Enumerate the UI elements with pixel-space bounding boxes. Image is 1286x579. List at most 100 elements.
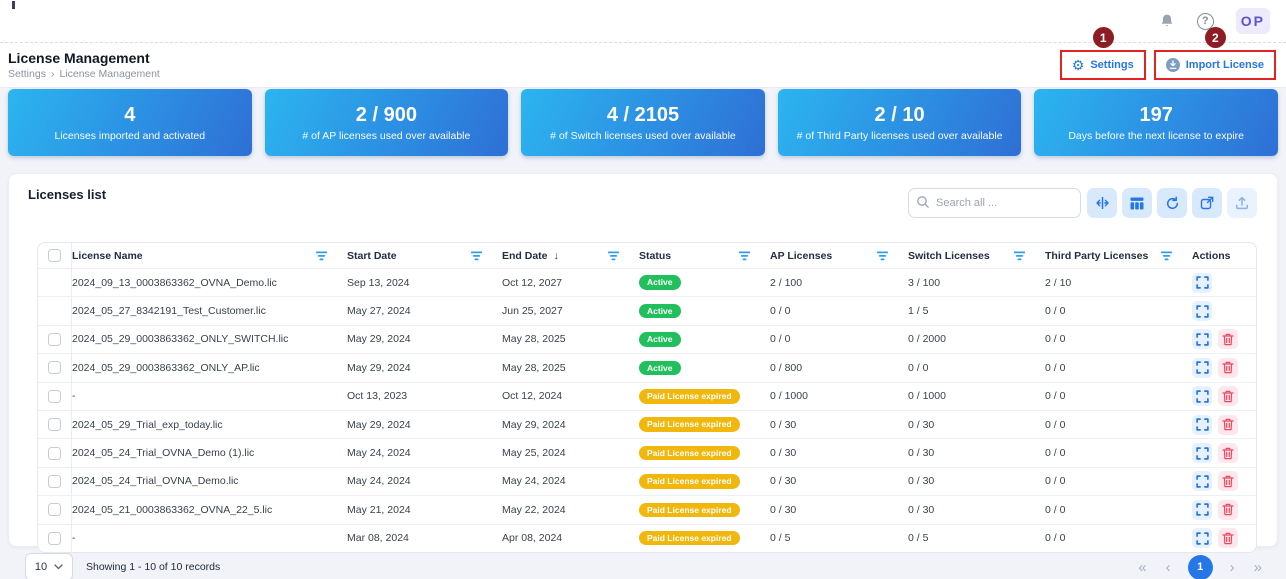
prev-page-button[interactable]: ‹ (1164, 560, 1173, 575)
column-header-actions[interactable]: Actions (1192, 243, 1256, 268)
expand-row-button[interactable] (1192, 301, 1212, 321)
stat-label: # of Switch licenses used over available (550, 130, 736, 142)
expand-row-button[interactable] (1192, 329, 1212, 349)
import-license-button[interactable]: Import License (1158, 54, 1272, 76)
step-2-badge: 2 (1205, 27, 1226, 48)
cell-status: Paid License expired (639, 446, 770, 461)
cell-status: Paid License expired (639, 389, 770, 404)
column-header-license-name[interactable]: License Name (72, 243, 347, 268)
cell-switch-licenses: 0 / 2000 (908, 333, 1045, 345)
settings-button[interactable]: ⚙ Settings (1064, 54, 1142, 76)
gear-icon: ⚙ (1072, 58, 1085, 72)
expand-row-button[interactable] (1192, 443, 1212, 463)
column-label: Third Party Licenses (1045, 250, 1148, 262)
row-checkbox[interactable] (48, 447, 61, 460)
delete-row-button[interactable] (1218, 443, 1238, 463)
delete-row-button[interactable] (1218, 471, 1238, 491)
user-avatar[interactable]: OP (1236, 8, 1270, 34)
settings-highlight-box: 1 ⚙ Settings (1060, 50, 1146, 80)
delete-row-button[interactable] (1218, 329, 1238, 349)
table-row[interactable]: - Mar 08, 2024 Apr 08, 2024 Paid License… (38, 524, 1256, 552)
resize-columns-button[interactable] (1087, 188, 1117, 218)
cell-status: Paid License expired (639, 503, 770, 518)
status-badge: Paid License expired (639, 531, 740, 546)
delete-row-button[interactable] (1218, 528, 1238, 548)
notifications-bell-icon[interactable] (1159, 13, 1175, 29)
cell-end-date: May 22, 2024 (502, 504, 639, 516)
column-header-third-party-licenses[interactable]: Third Party Licenses (1045, 243, 1192, 268)
column-header-status[interactable]: Status (639, 243, 770, 268)
expand-row-button[interactable] (1192, 273, 1212, 293)
table-row[interactable]: 2024_05_24_Trial_OVNA_Demo (1).lic May 2… (38, 438, 1256, 466)
filter-icon[interactable] (739, 251, 750, 261)
column-label: AP Licenses (770, 250, 832, 262)
status-badge: Paid License expired (639, 474, 740, 489)
stat-label: Days before the next license to expire (1068, 130, 1244, 142)
expand-row-button[interactable] (1192, 415, 1212, 435)
row-checkbox[interactable] (48, 361, 61, 374)
cell-end-date: May 24, 2024 (502, 475, 639, 487)
table-row[interactable]: 2024_05_29_0003863362_ONLY_SWITCH.lic Ma… (38, 325, 1256, 353)
column-label: Start Date (347, 250, 397, 262)
cell-end-date: May 29, 2024 (502, 419, 639, 431)
header-checkbox-cell (38, 243, 72, 268)
column-header-ap-licenses[interactable]: AP Licenses (770, 243, 908, 268)
table-row[interactable]: 2024_09_13_0003863362_OVNA_Demo.lic Sep … (38, 268, 1256, 296)
filter-icon[interactable] (316, 251, 327, 261)
breadcrumb-settings[interactable]: Settings (8, 68, 46, 80)
records-summary: Showing 1 - 10 of 10 records (86, 561, 220, 573)
row-checkbox[interactable] (48, 532, 61, 545)
sort-desc-icon[interactable]: ↓ (554, 250, 560, 262)
expand-row-button[interactable] (1192, 471, 1212, 491)
status-badge: Paid License expired (639, 446, 740, 461)
row-checkbox-cell (38, 439, 72, 466)
row-checkbox[interactable] (48, 503, 61, 516)
last-page-button[interactable]: » (1252, 560, 1264, 575)
expand-row-button[interactable] (1192, 358, 1212, 378)
expand-row-button[interactable] (1192, 386, 1212, 406)
stat-value: 4 (124, 104, 135, 127)
table-row[interactable]: 2024_05_29_Trial_exp_today.lic May 29, 2… (38, 410, 1256, 438)
first-page-button[interactable]: « (1136, 560, 1148, 575)
cell-license-name: 2024_05_24_Trial_OVNA_Demo.lic (72, 475, 347, 487)
open-external-button[interactable] (1192, 188, 1222, 218)
delete-row-button[interactable] (1218, 415, 1238, 435)
breadcrumb: Settings › License Management (8, 68, 160, 80)
current-page-button[interactable]: 1 (1188, 555, 1213, 579)
next-page-button[interactable]: › (1228, 560, 1237, 575)
column-header-end-date[interactable]: End Date↓ (502, 243, 639, 268)
column-header-start-date[interactable]: Start Date (347, 243, 502, 268)
table-row[interactable]: - Oct 13, 2023 Oct 12, 2024 Paid License… (38, 382, 1256, 410)
cell-actions (1192, 528, 1256, 548)
row-checkbox-cell (38, 269, 72, 296)
filter-icon[interactable] (471, 251, 482, 261)
row-checkbox[interactable] (48, 418, 61, 431)
export-button[interactable] (1227, 188, 1257, 218)
delete-row-button[interactable] (1218, 358, 1238, 378)
filter-icon[interactable] (1161, 251, 1172, 261)
refresh-button[interactable] (1157, 188, 1187, 218)
delete-row-button[interactable] (1218, 386, 1238, 406)
column-label: License Name (72, 250, 143, 262)
row-checkbox[interactable] (48, 475, 61, 488)
cell-actions (1192, 415, 1256, 435)
cell-actions (1192, 471, 1256, 491)
page-size-select[interactable]: 10 (25, 553, 73, 579)
table-row[interactable]: 2024_05_29_0003863362_ONLY_AP.lic May 29… (38, 353, 1256, 381)
search-input[interactable] (908, 188, 1081, 218)
table-row[interactable]: 2024_05_27_8342191_Test_Customer.lic May… (38, 296, 1256, 324)
column-header-switch-licenses[interactable]: Switch Licenses (908, 243, 1045, 268)
expand-row-button[interactable] (1192, 528, 1212, 548)
filter-icon[interactable] (877, 251, 888, 261)
table-row[interactable]: 2024_05_21_0003863362_OVNA_22_5.lic May … (38, 495, 1256, 523)
table-row[interactable]: 2024_05_24_Trial_OVNA_Demo.lic May 24, 2… (38, 467, 1256, 495)
row-checkbox[interactable] (48, 333, 61, 346)
row-checkbox[interactable] (48, 390, 61, 403)
select-all-checkbox[interactable] (48, 249, 61, 262)
delete-row-button[interactable] (1218, 500, 1238, 520)
filter-icon[interactable] (608, 251, 619, 261)
manage-columns-button[interactable] (1122, 188, 1152, 218)
expand-row-button[interactable] (1192, 500, 1212, 520)
cell-license-name: 2024_05_24_Trial_OVNA_Demo (1).lic (72, 447, 347, 459)
filter-icon[interactable] (1014, 251, 1025, 261)
